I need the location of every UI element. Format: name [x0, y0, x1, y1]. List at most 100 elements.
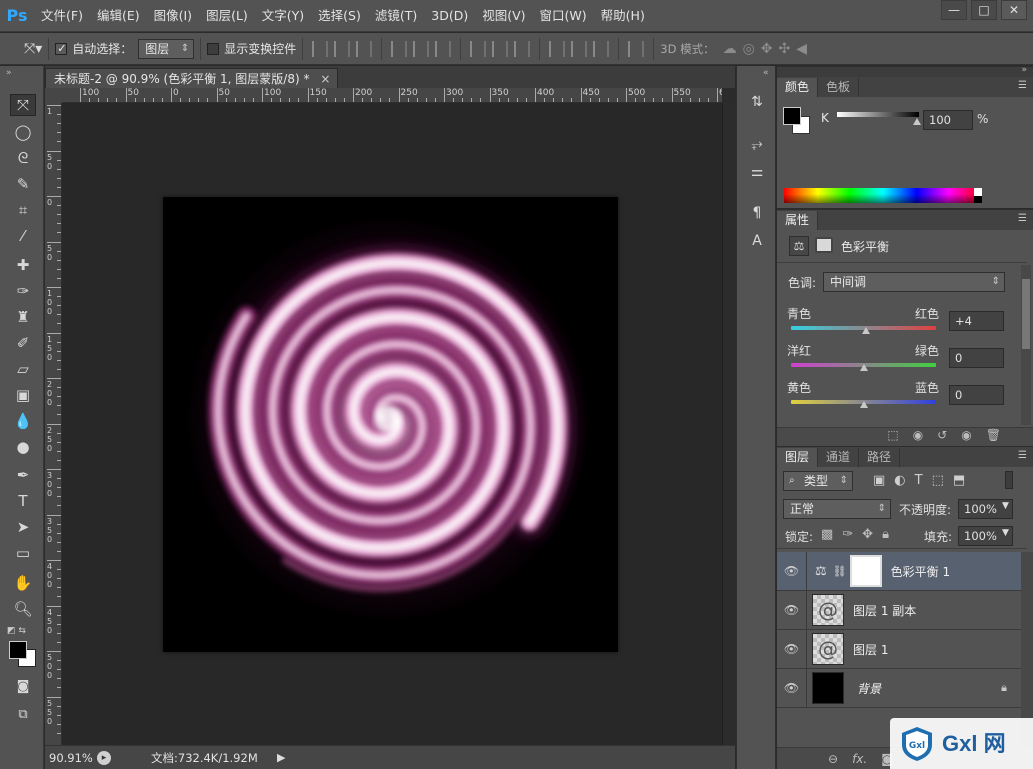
fill-arrow-icon[interactable]: ▼ [1002, 528, 1009, 538]
auto-align-icon[interactable] [628, 40, 645, 57]
marquee-tool-icon[interactable]: ◯ [10, 121, 36, 143]
character-panel-icon[interactable]: A [745, 229, 769, 253]
eraser-tool-icon[interactable]: ▱ [10, 358, 36, 380]
blend-mode-dropdown[interactable]: 正常 [783, 499, 891, 519]
menu-select[interactable]: 选择(S) [311, 0, 368, 32]
history-brush-tool-icon[interactable]: ✐ [10, 332, 36, 354]
panel-menu-icon[interactable]: ☰ [1018, 213, 1027, 224]
layer-row[interactable]: 👁︎ ⚖ ⛓ 色彩平衡 1 [777, 551, 1021, 591]
link-icon[interactable]: ⊖ [828, 752, 838, 766]
align-top-icon[interactable] [312, 40, 329, 57]
healing-brush-tool-icon[interactable]: ✚ [10, 254, 36, 276]
minimize-button[interactable]: — [941, 0, 967, 20]
align-left-icon[interactable] [391, 40, 408, 57]
vertical-scrollbar[interactable] [722, 103, 735, 745]
layers-scrollbar[interactable] [1021, 552, 1033, 746]
color-balance-slider-thumb[interactable] [859, 401, 868, 408]
quick-select-tool-icon[interactable]: ✎ [10, 173, 36, 195]
hand-tool-icon[interactable]: ✋ [10, 572, 36, 594]
status-menu-arrow-icon[interactable]: ▶ [277, 751, 285, 764]
adjustments-panel-icon[interactable]: ⚌ [745, 160, 769, 184]
clone-stamp-tool-icon[interactable]: ♜ [10, 306, 36, 328]
menu-help[interactable]: 帮助(H) [594, 0, 652, 32]
panel-collapse-icon[interactable]: » [1021, 65, 1027, 75]
spectrum-white-swatch[interactable] [974, 188, 982, 196]
align-right-icon[interactable] [435, 40, 452, 57]
tab-channels[interactable]: 通道 [818, 448, 860, 467]
visibility-eye-icon[interactable]: 👁︎ [777, 668, 807, 708]
color-balance-value-input[interactable]: 0 [949, 348, 1004, 368]
layer-thumbnail[interactable]: @ [812, 633, 844, 665]
layer-thumbnail[interactable] [812, 672, 844, 704]
layer-thumbnail[interactable]: @ [812, 594, 844, 626]
menu-image[interactable]: 图像(I) [147, 0, 199, 32]
distribute-bottom-icon[interactable] [514, 40, 531, 57]
chain-link-icon[interactable]: ⛓ [833, 565, 847, 578]
menu-layer[interactable]: 图层(L) [199, 0, 255, 32]
layer-filter-dropdown[interactable]: ⌕ 类型 [783, 471, 853, 491]
properties-footer-icons[interactable]: ⬚◉↺◉🗑 [777, 427, 1033, 446]
color-foreground-swatch[interactable] [783, 107, 801, 125]
filter-toggle[interactable] [1005, 471, 1013, 489]
layer-row[interactable]: 👁︎ @ 图层 1 [777, 629, 1021, 669]
color-balance-slider-thumb[interactable] [862, 327, 871, 334]
opacity-arrow-icon[interactable]: ▼ [1002, 501, 1009, 511]
color-balance-value-input[interactable]: 0 [949, 385, 1004, 405]
color-balance-value-input[interactable]: +4 [949, 311, 1004, 331]
screen-mode-icon[interactable]: ⧉ [10, 703, 36, 725]
dodge-tool-icon[interactable]: ● [10, 436, 36, 458]
tab-swatches[interactable]: 色板 [818, 78, 860, 97]
lock-icons[interactable]: ▩✑✥🔒︎ [821, 527, 898, 542]
visibility-eye-icon[interactable]: 👁︎ [777, 551, 807, 591]
pen-tool-icon[interactable]: ✒ [10, 464, 36, 486]
foreground-color-swatch[interactable] [9, 641, 27, 659]
document-canvas[interactable] [163, 197, 618, 652]
auto-select-dropdown[interactable]: 图层 [138, 38, 195, 59]
type-tool-icon[interactable]: T [10, 490, 36, 512]
visibility-eye-icon[interactable]: 👁︎ [777, 629, 807, 669]
tab-close-icon[interactable]: × [320, 69, 330, 89]
brush-tool-icon[interactable]: ✑ [10, 280, 36, 302]
history-panel-icon[interactable]: ⇅ [745, 90, 769, 114]
path-select-tool-icon[interactable]: ➤ [10, 516, 36, 538]
mask-icon[interactable] [815, 237, 833, 253]
collapse-icon[interactable]: » [6, 68, 12, 78]
align-hcenter-icon[interactable] [413, 40, 430, 57]
move-tool-preset-icon[interactable]: ⤧▾ [24, 41, 42, 57]
k-value-input[interactable]: 100 [923, 110, 973, 130]
dock-collapse-icon[interactable]: « [763, 68, 769, 78]
zoom-level[interactable]: 90.91% [49, 751, 97, 765]
menu-file[interactable]: 文件(F) [34, 0, 90, 32]
tab-properties[interactable]: 属性 [777, 211, 819, 230]
menu-3d[interactable]: 3D(D) [424, 0, 475, 32]
menu-edit[interactable]: 编辑(E) [90, 0, 147, 32]
auto-select-checkbox[interactable] [55, 42, 68, 55]
color-balance-slider-thumb[interactable] [859, 364, 868, 371]
menu-filter[interactable]: 滤镜(T) [368, 0, 424, 32]
distribute-hcenter-icon[interactable] [571, 40, 588, 57]
crop-tool-icon[interactable]: ⌗ [10, 199, 36, 221]
eyedropper-tool-icon[interactable]: ⁄ [10, 225, 36, 247]
brush-panel-icon[interactable]: ⥅ [745, 132, 769, 156]
color-spectrum-ramp[interactable] [784, 188, 982, 203]
layer-row[interactable]: 👁︎ @ 图层 1 副本 [777, 590, 1021, 630]
tone-dropdown[interactable]: 中间调 [823, 272, 1005, 292]
distribute-vcenter-icon[interactable] [492, 40, 509, 57]
menu-type[interactable]: 文字(Y) [255, 0, 311, 32]
paragraph-panel-icon[interactable]: ¶ [745, 201, 769, 225]
align-bottom-icon[interactable] [356, 40, 373, 57]
distribute-right-icon[interactable] [593, 40, 610, 57]
default-colors-icon[interactable]: ◩ ⇆ [7, 626, 26, 636]
panel-menu-icon[interactable]: ☰ [1018, 80, 1027, 91]
properties-scrollbar[interactable] [1021, 265, 1031, 425]
tab-color[interactable]: 颜色 [777, 78, 819, 97]
blur-tool-icon[interactable]: 💧 [10, 410, 36, 432]
lasso-tool-icon[interactable]: ᘓ [10, 147, 36, 169]
move-tool-icon[interactable]: ⤧ [10, 94, 36, 116]
quick-mask-icon[interactable]: ◙ [10, 675, 36, 697]
3d-mode-icons[interactable]: ☁◎✥✣◀ [723, 41, 813, 57]
status-info-icon[interactable]: ▸ [97, 750, 111, 765]
spectrum-black-swatch[interactable] [974, 196, 982, 203]
distribute-left-icon[interactable] [549, 40, 566, 57]
menu-view[interactable]: 视图(V) [475, 0, 532, 32]
